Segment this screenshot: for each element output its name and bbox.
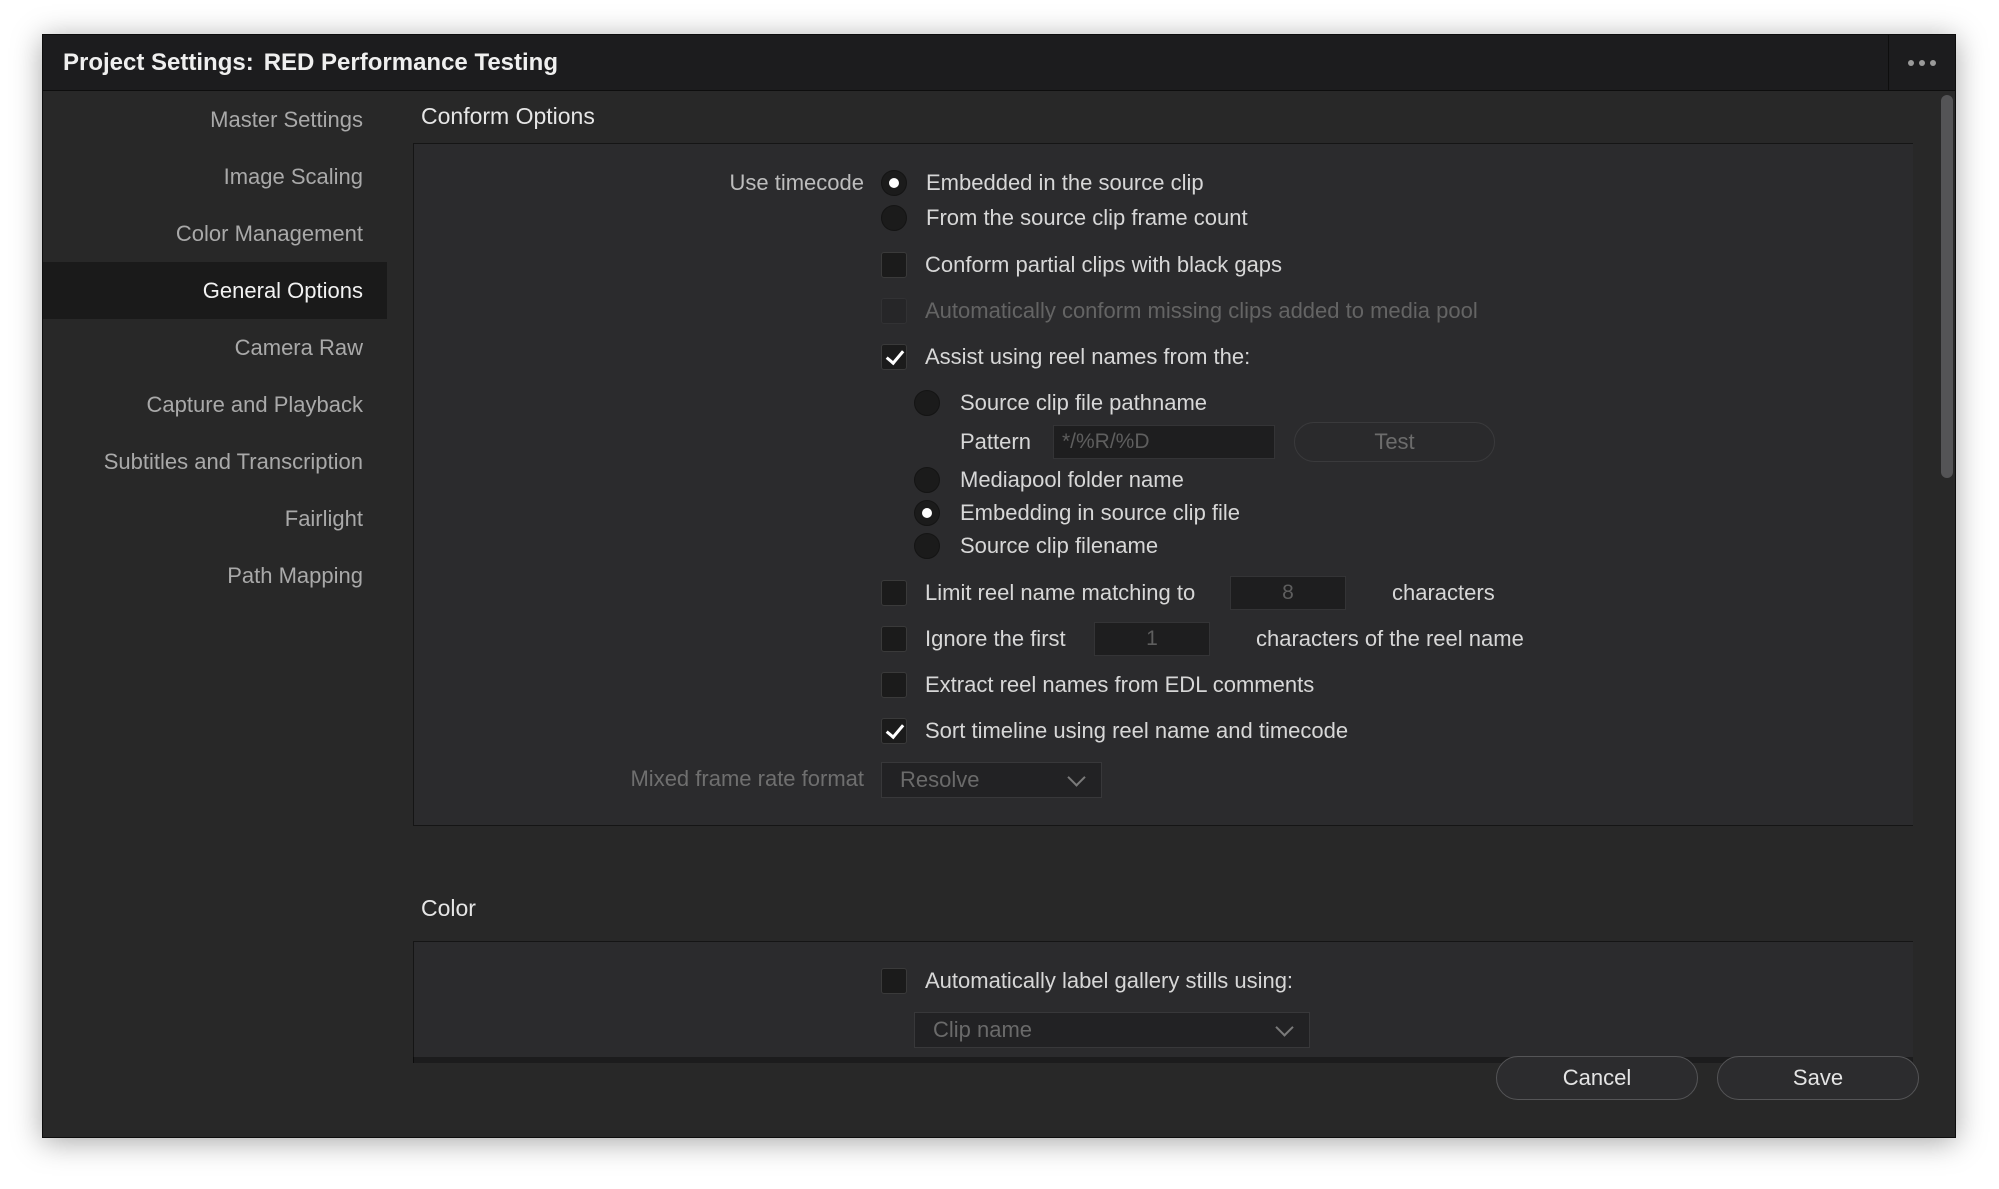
- limit-reel-label: Limit reel name matching to: [925, 580, 1196, 605]
- more-options-button[interactable]: [1888, 35, 1955, 90]
- timecode-embedded-label: Embedded in the source clip: [926, 170, 1204, 195]
- sort-timeline-checkbox[interactable]: [881, 718, 907, 744]
- ellipsis-icon: [1930, 59, 1936, 66]
- auto-conform-missing-label: Automatically conform missing clips adde…: [925, 298, 1478, 323]
- ignore-first-checkbox[interactable]: [881, 626, 907, 652]
- assist-reel-names-label: Assist using reel names from the:: [925, 344, 1251, 369]
- partial-clips-label: Conform partial clips with black gaps: [925, 252, 1283, 277]
- extract-edl-checkbox[interactable]: [881, 672, 907, 698]
- auto-label-stills-label: Automatically label gallery stills using…: [925, 968, 1294, 993]
- sidebar-item-color-management[interactable]: Color Management: [43, 205, 387, 262]
- save-button[interactable]: Save: [1717, 1056, 1919, 1100]
- pattern-input[interactable]: */%R/%D: [1053, 425, 1275, 459]
- sidebar-item-fairlight[interactable]: Fairlight: [43, 490, 387, 547]
- assist-reel-names-checkbox[interactable]: [881, 344, 907, 370]
- limit-reel-checkbox[interactable]: [881, 580, 907, 606]
- limit-reel-suffix: characters: [1392, 580, 1495, 605]
- sidebar-item-camera-raw[interactable]: Camera Raw: [43, 319, 387, 376]
- sidebar-item-general-options[interactable]: General Options: [43, 262, 387, 319]
- sidebar-item-subtitles[interactable]: Subtitles and Transcription: [43, 433, 387, 490]
- chevron-down-icon: [1067, 768, 1086, 787]
- pattern-label: Pattern: [960, 429, 1031, 454]
- embedding-source-label: Embedding in source clip file: [960, 500, 1241, 525]
- scrollbar-thumb[interactable]: [1941, 95, 1953, 478]
- mediapool-folder-radio[interactable]: [914, 467, 940, 493]
- partial-clips-checkbox[interactable]: [881, 252, 907, 278]
- chevron-down-icon: [1275, 1018, 1294, 1037]
- mediapool-folder-label: Mediapool folder name: [960, 467, 1184, 492]
- conform-section-title: Conform Options: [421, 103, 595, 129]
- auto-conform-missing-checkbox[interactable]: [881, 298, 907, 324]
- auto-label-stills-checkbox[interactable]: [881, 968, 907, 994]
- source-filename-radio[interactable]: [914, 533, 940, 559]
- project-settings-window: Project Settings: RED Performance Testing…: [42, 34, 1956, 1138]
- extract-edl-label: Extract reel names from EDL comments: [925, 672, 1315, 697]
- label-source-value: Clip name: [933, 1017, 1033, 1042]
- timecode-frame-count-radio[interactable]: [881, 205, 907, 231]
- ellipsis-icon: [1919, 59, 1925, 66]
- project-name: RED Performance Testing: [263, 49, 558, 76]
- color-section-title: Color: [421, 895, 476, 921]
- mixed-frame-select[interactable]: Resolve: [881, 762, 1102, 798]
- title-prefix: Project Settings:: [63, 49, 254, 76]
- use-timecode-label: Use timecode: [729, 170, 864, 195]
- settings-content: Conform Options Use timecode Embedded in…: [413, 91, 1913, 1063]
- sidebar-item-master-settings[interactable]: Master Settings: [43, 91, 387, 148]
- test-button[interactable]: Test: [1294, 422, 1495, 462]
- timecode-frame-count-label: From the source clip frame count: [926, 205, 1248, 230]
- sidebar-item-path-mapping[interactable]: Path Mapping: [43, 547, 387, 604]
- ellipsis-icon: [1908, 59, 1914, 66]
- sidebar-item-capture-playback[interactable]: Capture and Playback: [43, 376, 387, 433]
- label-source-select[interactable]: Clip name: [914, 1012, 1310, 1048]
- ignore-first-suffix: characters of the reel name: [1256, 626, 1524, 651]
- embedding-source-radio[interactable]: [914, 500, 940, 526]
- window-title: Project Settings: RED Performance Testing: [63, 49, 558, 77]
- color-panel: Automatically label gallery stills using…: [413, 941, 1913, 1063]
- source-filename-label: Source clip filename: [960, 533, 1159, 558]
- source-pathname-label: Source clip file pathname: [960, 390, 1208, 415]
- source-pathname-radio[interactable]: [914, 390, 940, 416]
- conform-panel: Use timecode Embedded in the source clip…: [413, 143, 1913, 826]
- limit-reel-input[interactable]: 8: [1230, 576, 1346, 610]
- ignore-first-label: Ignore the first: [925, 626, 1066, 651]
- title-bar: Project Settings: RED Performance Testing: [43, 35, 1955, 91]
- cancel-button[interactable]: Cancel: [1496, 1056, 1698, 1100]
- sidebar-item-image-scaling[interactable]: Image Scaling: [43, 148, 387, 205]
- mixed-frame-label: Mixed frame rate format: [630, 766, 864, 791]
- mixed-frame-value: Resolve: [900, 767, 980, 792]
- settings-sidebar: Master Settings Image Scaling Color Mana…: [43, 91, 387, 604]
- timecode-embedded-radio[interactable]: [881, 170, 907, 196]
- ignore-first-input[interactable]: 1: [1094, 622, 1210, 656]
- sort-timeline-label: Sort timeline using reel name and timeco…: [925, 718, 1349, 743]
